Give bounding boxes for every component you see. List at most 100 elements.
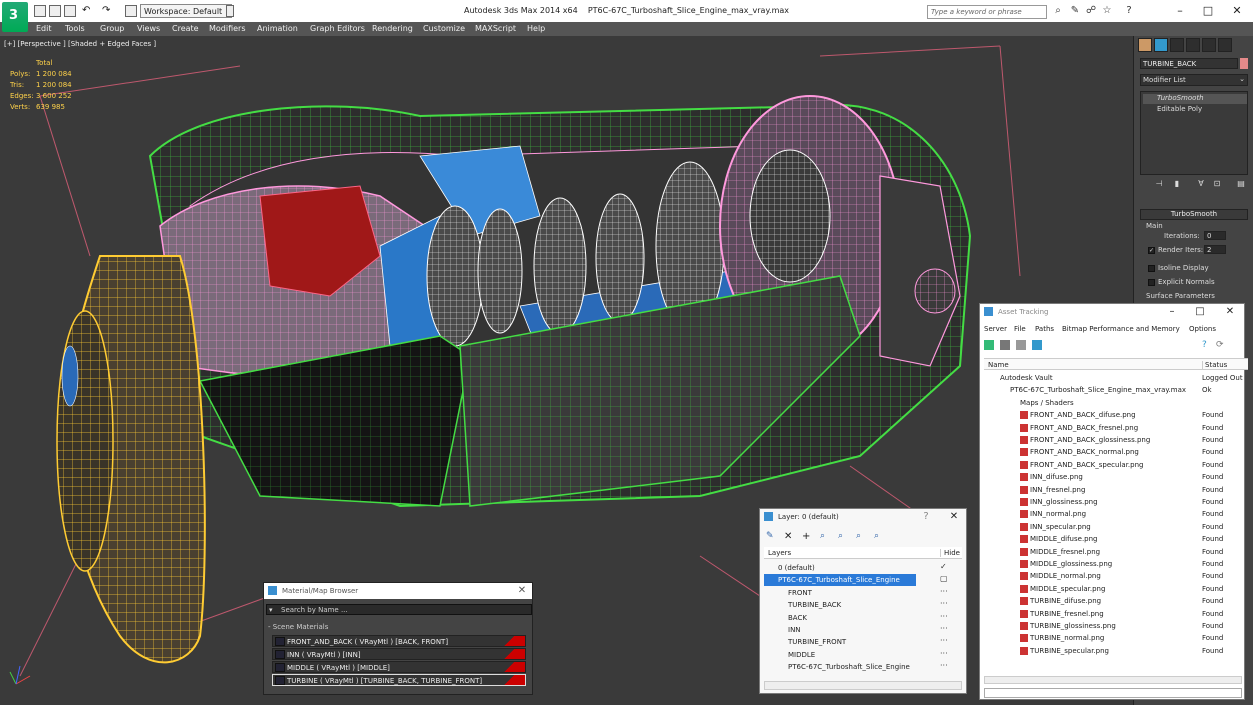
- layer-help-button[interactable]: ?: [918, 510, 934, 524]
- modify-tab-icon[interactable]: [1154, 38, 1168, 52]
- hide-toggle-icon[interactable]: ···: [940, 661, 948, 670]
- asset-row[interactable]: INN_normal.png Found: [984, 508, 1248, 520]
- menu-graph-editors[interactable]: Graph Editors: [310, 24, 365, 33]
- asset-maximize-button[interactable]: □: [1192, 305, 1208, 319]
- table-view-icon[interactable]: [1032, 340, 1042, 350]
- vault-toolbar-icon[interactable]: [984, 340, 994, 350]
- create-tab-icon[interactable]: [1138, 38, 1152, 52]
- layer-select-icon[interactable]: ✎: [766, 531, 774, 541]
- asset-row[interactable]: INN_difuse.png Found: [984, 471, 1248, 483]
- make-unique-icon[interactable]: ∀: [1196, 179, 1206, 189]
- asset-row[interactable]: PT6C-67C_Turboshaft_Slice_Engine_max_vra…: [984, 384, 1248, 396]
- asset-menu-file[interactable]: File: [1014, 325, 1026, 333]
- material-row[interactable]: INN ( VRayMtl ) [INN]: [272, 648, 526, 660]
- asset-close-button[interactable]: ✕: [1222, 305, 1238, 319]
- exchange-icon[interactable]: ☍: [1086, 6, 1096, 16]
- menu-rendering[interactable]: Rendering: [372, 24, 413, 33]
- layer-col-hide[interactable]: Hide: [940, 549, 960, 557]
- viewport-label[interactable]: [+] [Perspective ] [Shaded + Edged Faces…: [4, 40, 156, 48]
- isoline-display-checkbox[interactable]: [1148, 265, 1155, 272]
- object-color-swatch[interactable]: [1240, 58, 1248, 69]
- render-iters-spinner[interactable]: 2: [1204, 245, 1226, 254]
- asset-row[interactable]: FRONT_AND_BACK_glossiness.png Found: [984, 434, 1248, 446]
- asset-row[interactable]: TURBINE_glossiness.png Found: [984, 620, 1248, 632]
- asset-row[interactable]: FRONT_AND_BACK_difuse.png Found: [984, 409, 1248, 421]
- remove-modifier-icon[interactable]: ⊡: [1212, 179, 1222, 189]
- display-tab-icon[interactable]: [1202, 38, 1216, 52]
- material-browser-close-button[interactable]: ✕: [514, 584, 530, 598]
- menu-customize[interactable]: Customize: [423, 24, 465, 33]
- pin-stack-icon[interactable]: ⊣: [1154, 179, 1164, 189]
- menu-tools[interactable]: Tools: [65, 24, 85, 33]
- stack-item-editable-poly[interactable]: Editable Poly: [1143, 105, 1247, 115]
- layer-row[interactable]: PT6C-67C_Turboshaft_Slice_Engine ▢: [764, 574, 948, 587]
- asset-menu-options[interactable]: Options: [1189, 325, 1216, 333]
- stack-item-turbosmooth[interactable]: TurboSmooth: [1143, 94, 1247, 104]
- help-search-input[interactable]: Type a keyword or phrase: [927, 5, 1047, 19]
- motion-tab-icon[interactable]: [1186, 38, 1200, 52]
- utilities-tab-icon[interactable]: [1218, 38, 1232, 52]
- asset-row[interactable]: FRONT_AND_BACK_fresnel.png Found: [984, 422, 1248, 434]
- asset-row[interactable]: FRONT_AND_BACK_normal.png Found: [984, 446, 1248, 458]
- asset-col-name[interactable]: Name: [988, 361, 1009, 369]
- delete-layer-icon[interactable]: ✕: [784, 531, 792, 542]
- asset-row[interactable]: INN_specular.png Found: [984, 521, 1248, 533]
- surface-parameters-label[interactable]: Surface Parameters: [1146, 292, 1215, 300]
- layer-row[interactable]: MIDDLE ···: [764, 649, 956, 661]
- layer-row[interactable]: INN ···: [764, 624, 956, 636]
- layer-row[interactable]: FRONT ···: [764, 587, 956, 599]
- asset-col-status[interactable]: Status: [1202, 361, 1227, 369]
- minimize-button[interactable]: –: [1167, 4, 1193, 18]
- maximize-button[interactable]: □: [1195, 4, 1221, 18]
- asset-row[interactable]: MIDDLE_difuse.png Found: [984, 533, 1248, 545]
- asset-row[interactable]: TURBINE_difuse.png Found: [984, 595, 1248, 607]
- configure-sets-icon[interactable]: ▤: [1236, 179, 1246, 189]
- layer-row[interactable]: BACK ···: [764, 612, 956, 624]
- menu-create[interactable]: Create: [172, 24, 199, 33]
- active-layer-check-icon[interactable]: ✓: [940, 562, 947, 571]
- material-row[interactable]: FRONT_AND_BACK ( VRayMtl ) [BACK, FRONT]: [272, 635, 526, 647]
- menu-group[interactable]: Group: [100, 24, 124, 33]
- asset-row[interactable]: MIDDLE_specular.png Found: [984, 583, 1248, 595]
- layer-col-layers[interactable]: Layers: [768, 549, 791, 557]
- hide-toggle-icon[interactable]: ···: [940, 624, 948, 633]
- asset-horizontal-scrollbar[interactable]: [984, 676, 1242, 684]
- object-name-field[interactable]: TURBINE_BACK: [1140, 58, 1238, 69]
- layer-row[interactable]: 0 (default) ✓: [764, 562, 956, 574]
- asset-row[interactable]: FRONT_AND_BACK_specular.png Found: [984, 459, 1248, 471]
- hide-toggle-icon[interactable]: ···: [940, 649, 948, 658]
- asset-row[interactable]: TURBINE_normal.png Found: [984, 632, 1248, 644]
- menu-modifiers[interactable]: Modifiers: [209, 24, 246, 33]
- asset-menu-server[interactable]: Server: [984, 325, 1007, 333]
- menu-help[interactable]: Help: [527, 24, 545, 33]
- show-end-result-icon[interactable]: ▮: [1172, 179, 1182, 189]
- layer-close-button[interactable]: ✕: [946, 510, 962, 524]
- layer-row[interactable]: TURBINE_FRONT ···: [764, 636, 956, 648]
- binoculars-icon[interactable]: ⌕: [1053, 6, 1063, 16]
- asset-row[interactable]: INN_fresnel.png Found: [984, 484, 1248, 496]
- explicit-normals-checkbox[interactable]: [1148, 279, 1155, 286]
- hierarchy-tab-icon[interactable]: [1170, 38, 1184, 52]
- close-button[interactable]: ✕: [1224, 4, 1250, 18]
- asset-row[interactable]: TURBINE_fresnel.png Found: [984, 608, 1248, 620]
- app-menu-button[interactable]: 3: [2, 2, 28, 32]
- list-view-icon[interactable]: [1000, 340, 1010, 350]
- material-row[interactable]: TURBINE ( VRayMtl ) [TURBINE_BACK, TURBI…: [272, 674, 526, 686]
- asset-row[interactable]: INN_glossiness.png Found: [984, 496, 1248, 508]
- asset-path-field[interactable]: [984, 688, 1242, 698]
- favorites-star-icon[interactable]: ☆: [1102, 6, 1112, 16]
- menu-views[interactable]: Views: [137, 24, 160, 33]
- hide-toggle-icon[interactable]: ···: [940, 587, 948, 596]
- detail-view-icon[interactable]: [1016, 340, 1026, 350]
- modifier-list-dropdown[interactable]: Modifier List ⌄: [1140, 74, 1248, 86]
- menu-maxscript[interactable]: MAXScript: [475, 24, 516, 33]
- layer-row[interactable]: TURBINE_BACK ···: [764, 599, 956, 611]
- hide-toggle-icon[interactable]: ···: [940, 612, 948, 621]
- layer-horizontal-scrollbar[interactable]: [764, 681, 962, 690]
- freeze-all-icon[interactable]: ⌕: [874, 531, 879, 541]
- asset-minimize-button[interactable]: –: [1164, 305, 1180, 319]
- help-icon[interactable]: ?: [1124, 6, 1134, 16]
- asset-menu-bitmap-performance[interactable]: Bitmap Performance and Memory: [1062, 325, 1180, 333]
- render-iters-checkbox[interactable]: ✓: [1148, 247, 1155, 254]
- menu-edit[interactable]: Edit: [36, 24, 52, 33]
